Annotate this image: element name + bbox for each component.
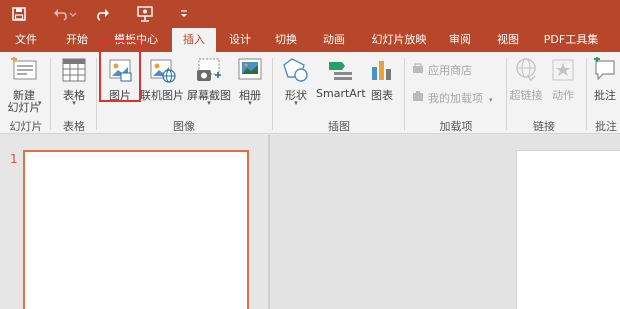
my-addins-button[interactable]: 我的加载项 ▾ bbox=[412, 90, 493, 108]
tab-view[interactable]: 视图 bbox=[488, 28, 528, 52]
shapes-icon bbox=[282, 57, 310, 86]
online-picture-label: 联机图片 bbox=[140, 89, 184, 102]
tab-home[interactable]: 开始 bbox=[56, 28, 98, 52]
group-separator bbox=[404, 58, 405, 130]
presenter-icon[interactable] bbox=[134, 4, 156, 24]
group-label-tables: 表格 bbox=[63, 120, 85, 133]
chevron-down-icon: ▾ bbox=[248, 99, 252, 107]
smartart-button[interactable]: SmartArt bbox=[316, 54, 366, 100]
comment-label: 批注 bbox=[594, 89, 616, 102]
tab-pdf-tools[interactable]: PDF工具集 bbox=[535, 28, 607, 52]
smartart-label: SmartArt bbox=[316, 87, 366, 100]
hyperlink-icon bbox=[513, 57, 539, 86]
chart-icon bbox=[369, 57, 395, 86]
tab-slideshow[interactable]: 幻灯片放映 bbox=[362, 28, 436, 52]
chevron-down-icon: ▾ bbox=[294, 99, 298, 107]
chart-button[interactable]: 图表 bbox=[366, 54, 398, 102]
group-label-illustrations: 插图 bbox=[328, 120, 350, 133]
ribbon-insert: 新建 幻灯片 ▾ 幻灯片 表格 ▾ 表格 图片 联机图片 屏幕截图 ▾ 相册 ▾… bbox=[0, 40, 620, 134]
chevron-down-icon: ▾ bbox=[489, 96, 493, 104]
group-separator bbox=[272, 58, 273, 130]
hyperlink-button[interactable]: 超链接 bbox=[508, 54, 544, 102]
tab-transitions[interactable]: 切换 bbox=[266, 28, 306, 52]
album-icon bbox=[237, 57, 263, 86]
group-label-images: 图像 bbox=[173, 120, 195, 133]
hyperlink-label: 超链接 bbox=[509, 89, 543, 102]
tab-design[interactable]: 设计 bbox=[220, 28, 260, 52]
table-icon bbox=[61, 57, 87, 86]
my-addins-label: 我的加载项 bbox=[428, 92, 483, 105]
table-button[interactable]: 表格 ▾ bbox=[56, 54, 92, 118]
quick-access-toolbar bbox=[0, 0, 620, 28]
new-slide-button[interactable]: 新建 幻灯片 ▾ bbox=[2, 54, 46, 118]
tab-review[interactable]: 审阅 bbox=[440, 28, 480, 52]
comment-icon bbox=[592, 56, 618, 86]
slide-number: 1 bbox=[10, 152, 18, 166]
chevron-down-icon: ▾ bbox=[207, 99, 211, 107]
group-label-addins: 加载项 bbox=[439, 120, 473, 133]
store-icon bbox=[412, 62, 424, 80]
store-label: 应用商店 bbox=[428, 64, 472, 77]
slide-canvas[interactable] bbox=[516, 150, 620, 309]
group-separator bbox=[586, 58, 587, 130]
my-addins-icon bbox=[412, 90, 424, 108]
action-button[interactable]: 动作 bbox=[546, 54, 580, 102]
screenshot-icon bbox=[195, 57, 223, 86]
group-label-slides: 幻灯片 bbox=[9, 120, 43, 133]
shapes-button[interactable]: 形状 ▾ bbox=[278, 54, 314, 118]
smartart-icon bbox=[326, 57, 354, 86]
action-label: 动作 bbox=[552, 89, 574, 102]
new-slide-icon bbox=[10, 56, 38, 86]
group-separator bbox=[50, 58, 51, 130]
chart-label: 图表 bbox=[371, 89, 393, 102]
chevron-down-icon: ▾ bbox=[72, 99, 76, 107]
redo-icon[interactable] bbox=[92, 4, 112, 24]
album-button[interactable]: 相册 ▾ bbox=[234, 54, 266, 118]
picture-button-highlight bbox=[99, 40, 141, 102]
ribbon-tabs: 文件 开始 模板中心 插入 设计 切换 动画 幻灯片放映 审阅 视图 PDF工具… bbox=[0, 28, 620, 52]
screenshot-button[interactable]: 屏幕截图 ▾ bbox=[186, 54, 232, 118]
slide-thumbnail[interactable] bbox=[23, 150, 249, 309]
tab-animations[interactable]: 动画 bbox=[314, 28, 354, 52]
online-picture-button[interactable]: 联机图片 bbox=[140, 54, 184, 102]
star-icon bbox=[550, 57, 576, 86]
group-label-links: 链接 bbox=[533, 120, 555, 133]
group-label-comments: 批注 bbox=[595, 120, 617, 133]
tab-file[interactable]: 文件 bbox=[6, 28, 46, 52]
group-separator bbox=[506, 58, 507, 130]
group-separator bbox=[96, 58, 97, 130]
online-picture-icon bbox=[148, 57, 176, 86]
comment-button[interactable]: 批注 bbox=[590, 54, 620, 102]
undo-icon[interactable] bbox=[52, 4, 78, 24]
tab-insert[interactable]: 插入 bbox=[172, 28, 216, 52]
chevron-down-icon: ▾ bbox=[38, 99, 42, 107]
store-button[interactable]: 应用商店 bbox=[412, 62, 472, 80]
customize-icon[interactable] bbox=[176, 4, 192, 24]
save-icon[interactable] bbox=[10, 4, 28, 24]
